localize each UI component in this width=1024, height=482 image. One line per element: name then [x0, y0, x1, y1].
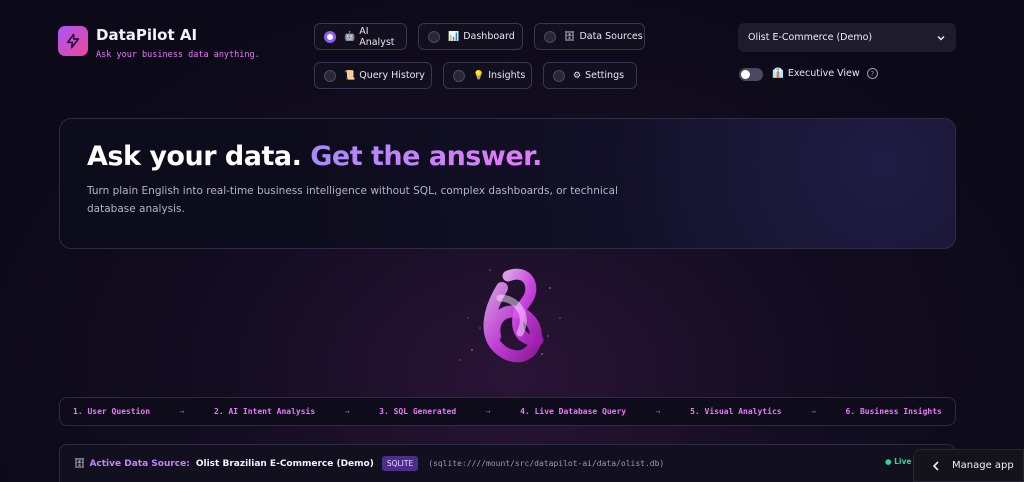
hero-title-part2: Get the answer.	[310, 141, 542, 172]
executive-view-toggle[interactable]	[739, 68, 763, 81]
pipeline-step: 5. Visual Analytics	[690, 407, 782, 416]
database-icon: 🗄	[564, 31, 576, 42]
nav-ai-analyst[interactable]: 🤖 AI Analyst	[314, 23, 407, 50]
nav-label: AI Analyst	[359, 25, 395, 48]
robot-icon: 🤖	[344, 31, 356, 42]
arrow-right-icon: →	[811, 407, 816, 416]
nav-label: Settings	[585, 70, 625, 81]
radio-icon	[453, 69, 465, 82]
hero-subtitle: Turn plain English into real-time busine…	[87, 185, 618, 215]
nav-dashboard[interactable]: 📊 Dashboard	[418, 23, 523, 50]
arrow-right-icon: →	[485, 407, 491, 416]
nav-label: Insights	[488, 70, 526, 81]
radio-icon	[553, 69, 565, 82]
arrow-right-icon: →	[344, 407, 350, 416]
arrow-right-icon: →	[179, 407, 185, 416]
pipeline-step: 1. User Question	[73, 407, 151, 416]
nav-label: Query History	[359, 70, 425, 81]
engine-badge: SQLITE	[381, 456, 419, 471]
chevron-left-icon	[932, 460, 939, 471]
manage-app-label: Manage app	[952, 460, 1014, 471]
pipeline-step: 3. SQL Generated	[379, 407, 457, 416]
radio-selected-icon	[324, 30, 336, 43]
radio-icon	[324, 69, 336, 82]
datasource-path: (sqlite:////mount/src/datapilot-ai/data/…	[428, 459, 665, 468]
active-datasource-label: Active Data Source:	[89, 458, 190, 469]
hero-title: Ask your data. Get the answer.	[87, 141, 542, 172]
app-tagline: Ask your business data anything.	[96, 50, 260, 60]
nav-query-history[interactable]: 📜 Query History	[314, 62, 432, 89]
manage-app-button[interactable]: Manage app	[913, 449, 1024, 482]
radio-icon	[544, 30, 556, 43]
database-icon: 🗄	[74, 458, 86, 469]
gear-icon: ⚙	[573, 70, 582, 81]
hero-title-part1: Ask your data.	[87, 141, 302, 172]
chart-icon: 📊	[448, 31, 460, 42]
active-datasource-bar: 🗄 Active Data Source: Olist Brazilian E-…	[59, 444, 956, 482]
app-title: DataPilot AI	[96, 26, 198, 44]
necktie-icon: 👔	[772, 68, 784, 79]
arrow-right-icon: →	[655, 407, 661, 416]
live-status: ● Live	[885, 457, 912, 466]
nav-label: Dashboard	[463, 31, 515, 42]
scroll-icon: 📜	[344, 70, 356, 81]
nav-settings[interactable]: ⚙ Settings	[543, 62, 637, 89]
pipeline-step: 6. Business Insights	[845, 407, 942, 416]
pipeline-step: 2. AI Intent Analysis	[214, 407, 316, 416]
lightbulb-icon: 💡	[473, 70, 485, 81]
radio-icon	[428, 30, 440, 43]
datasource-select[interactable]: Olist E-Commerce (Demo)	[738, 23, 956, 52]
help-icon[interactable]: ?	[866, 68, 878, 79]
nav-insights[interactable]: 💡 Insights	[443, 62, 532, 89]
datasource-select-value: Olist E-Commerce (Demo)	[748, 32, 873, 43]
knot-illustration	[459, 268, 561, 363]
chevron-down-icon	[937, 35, 945, 41]
executive-view-label: 👔 Executive View ?	[772, 68, 878, 79]
pipeline-steps: 1. User Question → 2. AI Intent Analysis…	[59, 397, 956, 426]
nav-data-sources[interactable]: 🗄 Data Sources	[534, 23, 645, 50]
executive-view-text: Executive View	[787, 68, 860, 79]
hero-card: Ask your data. Get the answer. Turn plai…	[59, 118, 956, 249]
active-datasource-name: Olist Brazilian E-Commerce (Demo)	[195, 458, 374, 469]
nav-label: Data Sources	[579, 31, 643, 42]
logo-icon	[58, 26, 88, 56]
pipeline-step: 4. Live Database Query	[520, 407, 627, 416]
